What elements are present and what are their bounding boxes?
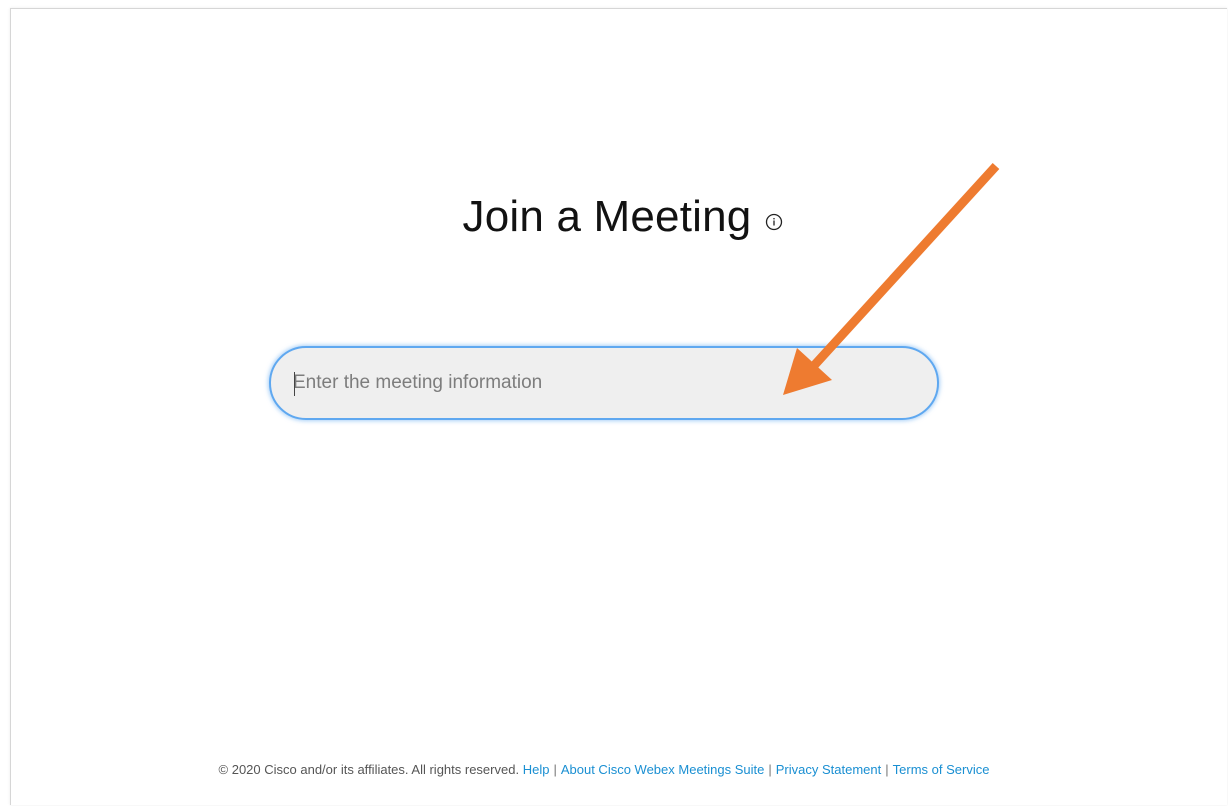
title-row: Join a Meeting — [0, 187, 1228, 247]
footer-separator: | — [553, 762, 557, 777]
help-link[interactable]: Help — [523, 762, 550, 777]
text-caret — [294, 372, 295, 396]
footer: © 2020 Cisco and/or its affiliates. All … — [0, 762, 1208, 777]
footer-separator: | — [768, 762, 772, 777]
meeting-info-field[interactable] — [269, 346, 939, 420]
privacy-statement-link[interactable]: Privacy Statement — [776, 762, 882, 777]
about-webex-link[interactable]: About Cisco Webex Meetings Suite — [561, 762, 765, 777]
meeting-info-input[interactable] — [293, 348, 913, 418]
copyright-text: © 2020 Cisco and/or its affiliates. All … — [218, 762, 520, 777]
info-icon[interactable] — [765, 213, 783, 231]
footer-separator: | — [885, 762, 889, 777]
page-title: Join a Meeting — [462, 192, 752, 241]
terms-of-service-link[interactable]: Terms of Service — [893, 762, 990, 777]
title-container: Join a Meeting — [463, 187, 784, 247]
